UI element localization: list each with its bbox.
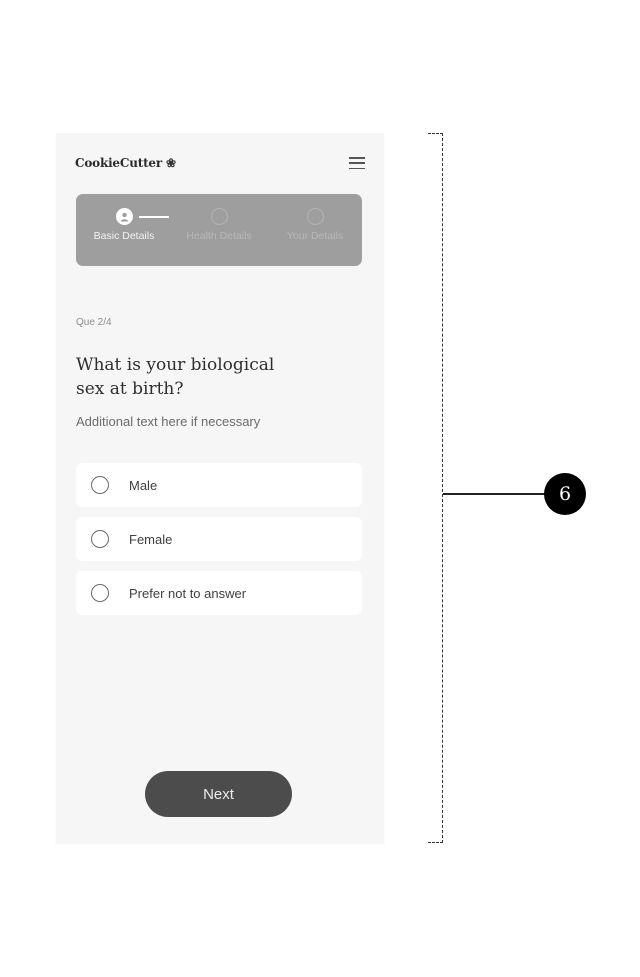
step-health-details[interactable]: Health Details: [171, 208, 267, 242]
app-header: CookieCutter ❀: [75, 153, 365, 173]
option-female[interactable]: Female: [76, 517, 362, 561]
next-button[interactable]: Next: [145, 771, 292, 817]
step-label: Your Details: [286, 230, 344, 242]
option-prefer-not-to-answer[interactable]: Prefer not to answer: [76, 571, 362, 615]
hamburger-menu-icon[interactable]: [349, 157, 365, 169]
bracket-bottom: [428, 842, 443, 843]
step-basic-details[interactable]: Basic Details: [76, 208, 172, 242]
step-circle-icon: [306, 208, 324, 225]
cookie-cutter-icon: ❀: [166, 156, 176, 170]
question-counter: Que 2/4: [76, 317, 112, 328]
logo[interactable]: CookieCutter ❀: [75, 156, 176, 170]
step-label: Health Details: [186, 230, 252, 242]
step-connector: [139, 216, 169, 218]
progress-stepper: Basic Details Health Details Your Detail…: [76, 194, 362, 266]
option-label: Female: [129, 531, 173, 547]
user-icon: [115, 208, 133, 225]
radio-button[interactable]: [91, 584, 109, 602]
option-label: Prefer not to answer: [129, 585, 247, 601]
question-title: What is your biological sex at birth?: [76, 355, 275, 399]
logo-text: CookieCutter: [75, 156, 162, 170]
step-circle-icon: [210, 208, 228, 225]
radio-button[interactable]: [91, 476, 109, 494]
annotation-bracket: [442, 133, 443, 843]
question-subtext: Additional text here if necessary: [76, 414, 261, 429]
annotation-leader-line: [443, 493, 545, 495]
option-label: Male: [129, 477, 158, 493]
radio-button[interactable]: [91, 530, 109, 548]
step-your-details[interactable]: Your Details: [267, 208, 363, 242]
annotation-badge: 6: [544, 473, 586, 515]
option-male[interactable]: Male: [76, 463, 362, 507]
bracket-top: [428, 133, 443, 134]
step-label: Basic Details: [93, 230, 155, 242]
answer-options: Male Female Prefer not to answer: [76, 463, 362, 625]
mobile-screen: CookieCutter ❀ Basic Details Health Deta…: [56, 133, 384, 843]
